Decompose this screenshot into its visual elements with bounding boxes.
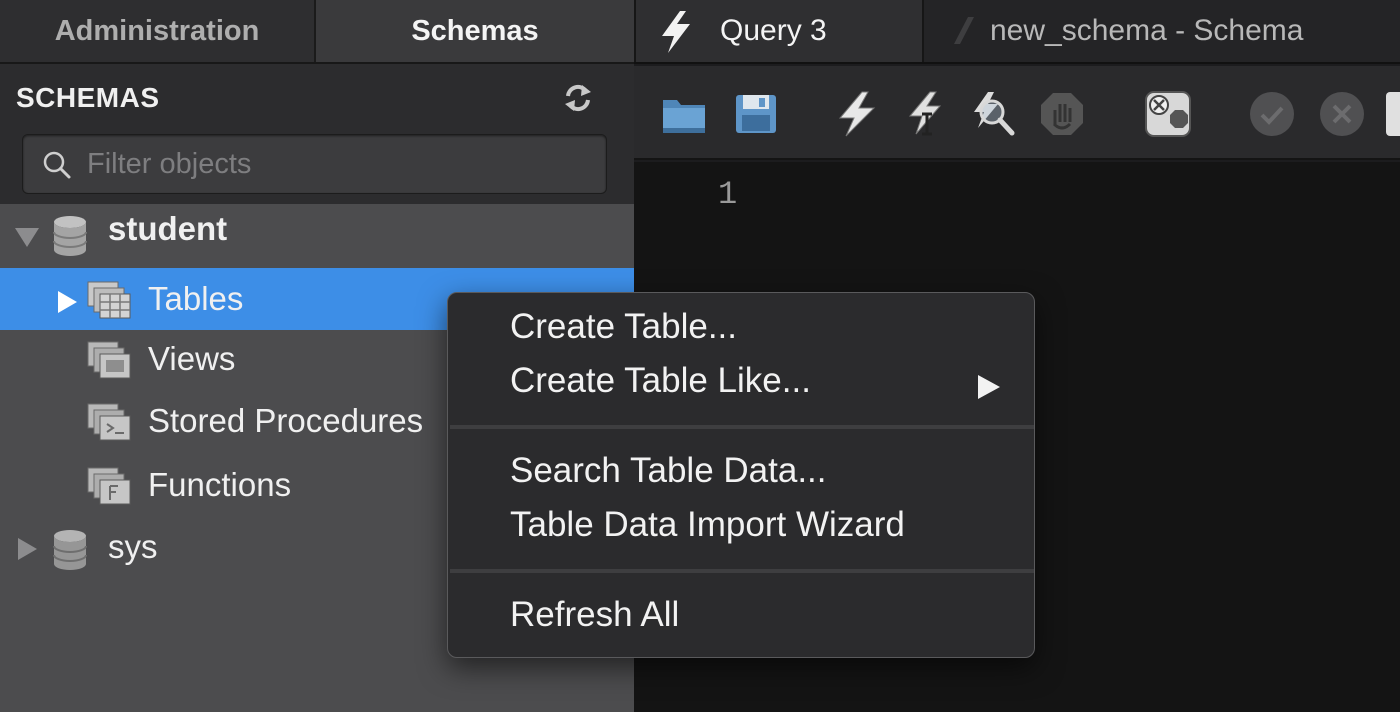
menu-item-table-data-import-wizard[interactable]: Table Data Import Wizard (510, 505, 905, 545)
functions-folder-icon (87, 467, 131, 505)
open-folder-icon[interactable] (660, 90, 708, 138)
line-number: 1 (718, 176, 738, 213)
execute-icon[interactable] (832, 90, 880, 138)
explain-magnifier-icon[interactable] (968, 90, 1016, 138)
submenu-arrow-icon (978, 375, 1000, 399)
filter-objects-input[interactable] (87, 135, 587, 193)
chevron-right-icon[interactable] (16, 536, 38, 562)
execute-current-statement-icon[interactable] (900, 90, 948, 138)
sql-toolbar (634, 66, 1400, 160)
refresh-arrows-icon[interactable] (562, 82, 594, 114)
toggle-error-stop-icon[interactable] (1144, 90, 1192, 138)
tab-administration[interactable]: Administration (0, 0, 316, 62)
chevron-down-icon[interactable] (14, 226, 40, 248)
toolbar-overflow-icon[interactable] (1386, 92, 1400, 136)
database-icon (53, 216, 87, 256)
chevron-right-icon[interactable] (56, 290, 78, 314)
tree-label-views: Views (148, 340, 236, 377)
tab-new-schema-label: new_schema - Schema (990, 14, 1304, 47)
tree-label-sys: sys (108, 528, 158, 565)
tree-label-student: student (108, 210, 228, 247)
menu-separator (450, 425, 1034, 429)
menu-item-create-table-like[interactable]: Create Table Like... (510, 361, 811, 401)
tree-label-stored-procedures: Stored Procedures (148, 402, 424, 439)
tab-query-3[interactable]: Query 3 (634, 0, 924, 62)
stop-icon[interactable] (1038, 90, 1086, 138)
context-menu: Create Table... Create Table Like... Sea… (447, 292, 1035, 658)
tables-folder-icon (87, 281, 131, 319)
save-icon[interactable] (732, 90, 780, 138)
lightning-icon (662, 11, 690, 53)
search-icon (43, 151, 71, 179)
editor-tab-bar: Query 3 new_schema - Schema (634, 0, 1400, 64)
rollback-icon[interactable] (1318, 90, 1366, 138)
tab-schemas[interactable]: Schemas (316, 0, 634, 62)
tree-label-tables: Tables (148, 280, 244, 317)
filter-box (22, 134, 607, 194)
tab-query-3-label: Query 3 (720, 14, 827, 47)
schemas-header: SCHEMAS (0, 64, 634, 204)
menu-item-refresh-all[interactable]: Refresh All (510, 595, 679, 635)
database-icon (53, 530, 87, 570)
menu-item-search-table-data[interactable]: Search Table Data... (510, 451, 827, 491)
stored-procedures-folder-icon (87, 403, 131, 441)
schema-icon (954, 17, 974, 44)
menu-separator (450, 569, 1034, 573)
menu-item-create-table[interactable]: Create Table... (510, 307, 737, 347)
tab-new-schema[interactable]: new_schema - Schema (926, 0, 1400, 62)
schemas-title: SCHEMAS (16, 82, 160, 113)
left-tab-bar: Administration Schemas (0, 0, 634, 64)
tree-label-functions: Functions (148, 466, 292, 503)
views-folder-icon (87, 341, 131, 379)
commit-icon[interactable] (1248, 90, 1296, 138)
tree-node-student[interactable]: student (0, 204, 634, 266)
